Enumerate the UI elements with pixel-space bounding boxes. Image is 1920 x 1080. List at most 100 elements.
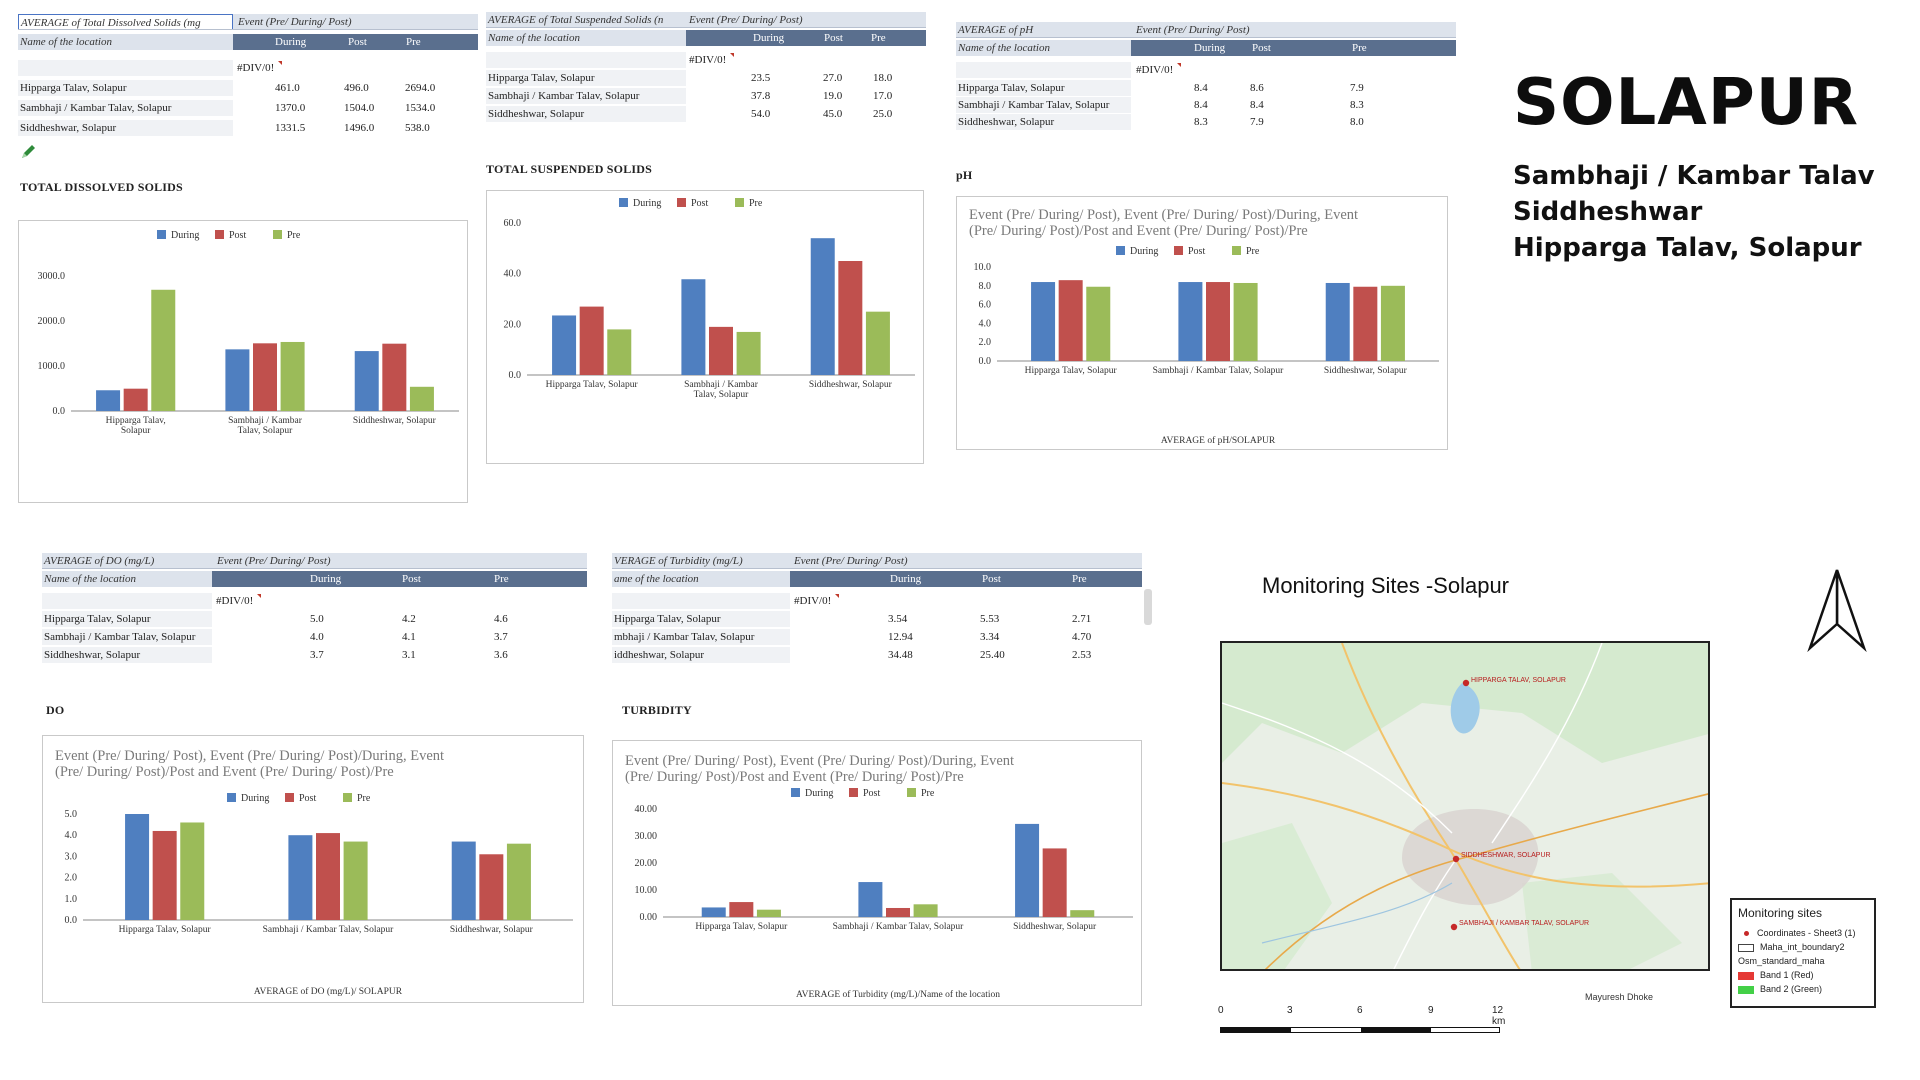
legend-label: Post — [691, 198, 708, 209]
value-during: 1331.5 — [275, 122, 306, 134]
blank-cell — [486, 52, 686, 68]
edit-pencil-icon[interactable] — [18, 142, 38, 162]
bar-during — [354, 351, 379, 411]
bar-pre — [343, 841, 368, 920]
bar-post — [1042, 848, 1067, 917]
table-row: Sambhaji / Kambar Talav, Solapur 8.4 8.4… — [956, 97, 1456, 113]
scale-bar-graphic — [1220, 1027, 1500, 1033]
y-tick-label: 20.0 — [504, 319, 522, 330]
y-tick-label: 2000.0 — [38, 316, 66, 327]
table-title: AVERAGE of Total Suspended Solids (n — [488, 14, 664, 26]
table-row: Hipparga Talav, Solapur 23.5 27.0 18.0 — [486, 70, 926, 86]
y-tick-label: 0.0 — [979, 356, 992, 367]
bar-post — [729, 902, 754, 917]
value-post: 7.9 — [1250, 116, 1264, 128]
legend-swatch — [735, 198, 744, 207]
legend-item-label: Osm_standard_maha — [1738, 956, 1825, 966]
monitoring-map[interactable]: HIPPARGA TALAV, SOLAPUR SIDDHESHWAR, SOL… — [1220, 641, 1710, 971]
x-tick-label: Siddheshwar, Solapur — [353, 416, 437, 426]
map-marker-icon[interactable] — [1450, 923, 1458, 931]
y-tick-label: 10.0 — [974, 262, 992, 273]
x-tick-label: Sambhaji / Kambar — [228, 416, 303, 426]
value-pre: 4.70 — [1072, 631, 1092, 643]
do-chart: Event (Pre/ During/ Post), Event (Pre/ D… — [42, 735, 584, 1003]
x-tick-label: Siddheshwar, Solapur — [1324, 366, 1408, 376]
table-row: Hipparga Talav, Solapur 461.0 496.0 2694… — [18, 80, 478, 96]
bar-pre — [151, 289, 176, 411]
bar-post — [123, 388, 148, 411]
bar-pre — [409, 386, 434, 411]
event-header: Event (Pre/ During/ Post) — [794, 555, 908, 567]
green-band-swatch-icon — [1738, 985, 1754, 994]
bar-during — [451, 841, 476, 920]
error-row: #DIV/0! — [486, 52, 926, 68]
legend-swatch — [1174, 246, 1183, 255]
section-title: DO — [46, 703, 65, 717]
chart-title: Event (Pre/ During/ Post), Event (Pre/ D… — [625, 753, 1014, 769]
tds-chart: During Post Pre 0.0 1000.0 2000.0 3000.0 Hippar… — [18, 220, 468, 503]
table-title[interactable]: AVERAGE of Total Dissolved Solids (mg — [18, 14, 233, 29]
y-tick-label: 20.00 — [635, 858, 658, 869]
table-scrollbar[interactable] — [1144, 589, 1152, 625]
bar-during — [288, 835, 313, 920]
value-post: 45.0 — [823, 108, 843, 120]
y-tick-label: 0.0 — [65, 915, 78, 926]
col-during: During — [890, 573, 922, 585]
location-cell: Hipparga Talav, Solapur — [42, 611, 212, 627]
x-tick-label: Hipparga Talav, Solapur — [695, 922, 788, 932]
bar-post — [886, 907, 910, 917]
value-during: 8.3 — [1194, 116, 1208, 128]
legend-item: Band 2 (Green) — [1738, 984, 1822, 994]
col-pre: Pre — [1352, 42, 1367, 54]
bar-post — [382, 343, 407, 411]
col-during: During — [275, 36, 307, 48]
legend-swatch — [1116, 246, 1125, 255]
legend-item-label: Maha_int_boundary2 — [1760, 942, 1845, 952]
location-header: Name of the location — [42, 571, 212, 587]
x-tick-label: Siddheshwar, Solapur — [450, 925, 534, 935]
x-tick-label: Hipparga Talav, Solapur — [546, 380, 639, 390]
scale-label: 9 — [1428, 1005, 1434, 1016]
legend-swatch — [285, 793, 294, 802]
location-cell: mbhaji / Kambar Talav, Solapur — [612, 629, 790, 645]
bar-post — [152, 830, 177, 920]
bar-pre — [607, 329, 632, 375]
ph-chart-svg: Event (Pre/ During/ Post), Event (Pre/ D… — [969, 207, 1439, 446]
table-column-row: Name of the location During Post Pre — [486, 30, 926, 46]
event-header: Event (Pre/ During/ Post) — [217, 555, 331, 567]
do-chart-svg: Event (Pre/ During/ Post), Event (Pre/ D… — [55, 748, 573, 997]
table-column-row: ame of the location During Post Pre — [612, 571, 1142, 587]
table-row: Siddheshwar, Solapur 8.3 7.9 8.0 — [956, 114, 1456, 130]
legend-label: During — [805, 788, 833, 799]
value-pre: 2.53 — [1072, 649, 1092, 661]
y-tick-label: 4.0 — [65, 830, 78, 841]
location-header: Name of the location — [956, 40, 1131, 56]
y-tick-label: 30.00 — [635, 831, 658, 842]
red-band-swatch-icon — [1738, 971, 1754, 980]
value-during: 23.5 — [751, 72, 771, 84]
map-marker-icon[interactable] — [1452, 855, 1460, 863]
value-pre: 2694.0 — [405, 82, 436, 94]
legend-item-label: Band 2 (Green) — [1760, 984, 1823, 994]
error-row: #DIV/0! — [42, 593, 587, 609]
value-pre: 25.0 — [873, 108, 893, 120]
error-row: #DIV/0! — [956, 62, 1456, 78]
value-post: 4.2 — [402, 613, 416, 625]
value-post: 3.1 — [402, 649, 416, 661]
value-during: 34.48 — [888, 649, 913, 661]
map-site-label: HIPPARGA TALAV, SOLAPUR — [1471, 677, 1566, 684]
turbidity-panel: VERAGE of Turbidity (mg/L) Event (Pre/ D… — [612, 549, 1160, 1015]
legend-label: Pre — [357, 793, 371, 804]
legend-swatch — [1232, 246, 1241, 255]
x-tick-label: Talav, Solapur — [694, 390, 749, 400]
map-marker-icon[interactable] — [1462, 679, 1470, 687]
legend-label: During — [171, 230, 199, 241]
bar-pre — [1086, 286, 1111, 361]
bar-post — [316, 833, 340, 920]
table-row: Sambhaji / Kambar Talav, Solapur 37.8 19… — [486, 88, 926, 104]
bar-pre — [180, 822, 205, 920]
table-header-row: AVERAGE of Total Suspended Solids (n Eve… — [486, 12, 926, 28]
x-axis-title: AVERAGE of Turbidity (mg/L)/Name of the … — [796, 989, 1000, 1000]
legend-item-label: Coordinates - Sheet3 (1) — [1757, 928, 1856, 938]
x-tick-label: Talav, Solapur — [238, 426, 293, 436]
